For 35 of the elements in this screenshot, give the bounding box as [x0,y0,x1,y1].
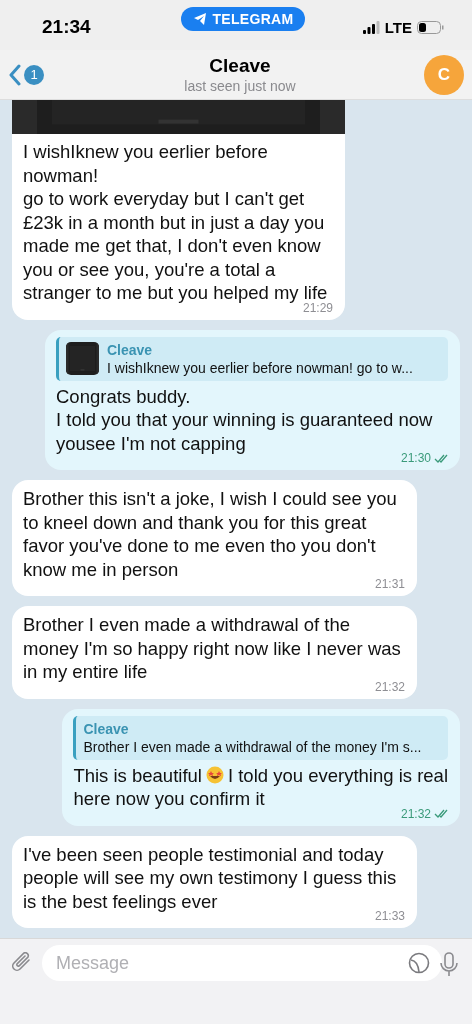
unread-badge: 1 [24,64,44,85]
message-time: 21:32 [400,806,431,821]
message-text: This is beautiful [73,764,202,786]
reply-preview[interactable]: Cleave Brother I even made a withdrawal of the money I'm s... [73,715,448,760]
message-text: here now you confirm it [73,787,266,811]
microphone-icon[interactable] [440,952,458,977]
sticker-icon[interactable] [408,952,430,974]
message-text: I wishIknew you eerlier before nowman! go to work everyday but I can't get £23k in a month but in just a day you made me get that, I don't even know you or see you, you're a total a stranger to me but you helped my life [23,140,329,303]
chat-title: Cleave [209,55,271,77]
message-input[interactable]: Message [42,945,442,981]
message-text: I told you everything is real [227,764,448,786]
reply-text: Brother I even made a withdrawal of the money I'm s... [83,737,422,756]
back-icon[interactable] [8,63,22,86]
message-time: 21:30 [400,451,431,465]
attachment-icon[interactable] [12,952,32,974]
message-time: 21:31 [374,577,405,591]
message-text: Congrats buddy. I told you that your winning is guaranteed now yousee I'm not capping [56,384,434,454]
star-eyes-emoji-icon [205,765,224,784]
signal-icon [362,20,380,34]
message-time: 21:29 [302,300,333,315]
reply-text: I wishIknew you eerlier before nowman! go to w... [107,358,413,377]
message-time: 21:33 [374,909,405,923]
reply-preview[interactable]: Cleave I wishIknew you eerlier before nowman! go to w... [56,336,448,381]
message-text: Brother I even made a withdrawal of the money I'm so happy right now like I never was in my entire life [23,613,402,682]
reply-author: Cleave [107,340,154,359]
last-seen-status: last seen just now [184,78,296,94]
reply-author: Cleave [83,719,130,738]
telegram-pill[interactable]: TELEGRAM [180,7,306,31]
paper-plane-icon [192,12,207,26]
clock: 21:34 [42,16,92,38]
message-text: Brother this isn't a joke, I wish I could see you to kneel down and thank you for this great favor you've done to me even tho you don't know me in person [23,487,397,580]
message-time: 21:32 [374,679,405,694]
message-text: I've been seen people testimonial and today people will see my own testimony I guess this is the best feelings ever [23,842,397,912]
network-label: LTE [384,18,412,36]
battery-icon [417,20,444,34]
